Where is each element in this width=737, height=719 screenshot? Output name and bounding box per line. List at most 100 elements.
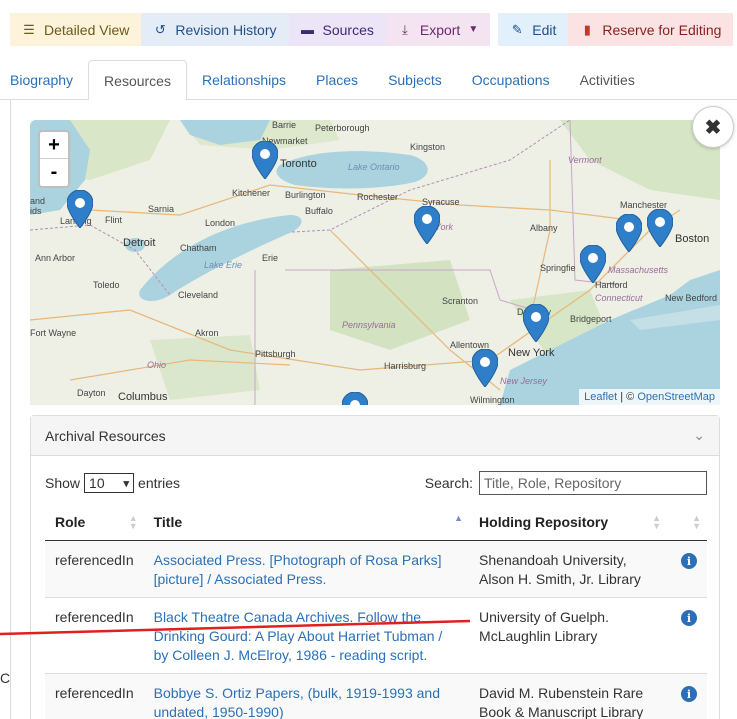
- sort-icon: ▲ ▼: [128, 513, 138, 531]
- resource-title-link[interactable]: Associated Press. [Photograph of Rosa Pa…: [154, 552, 442, 587]
- tab-activities[interactable]: Activities: [565, 60, 650, 100]
- map-marker-pin[interactable]: [252, 141, 278, 179]
- table-row: referencedIn Bobbye S. Ortiz Papers, (bu…: [45, 673, 707, 719]
- openstreetmap-link[interactable]: OpenStreetMap: [637, 391, 715, 403]
- cell-actions: i: [667, 540, 707, 598]
- map-marker-pin[interactable]: [647, 209, 673, 247]
- map-label-akron: Akron: [195, 328, 219, 338]
- table-controls: Show 10 ▾ entries Search:: [45, 471, 707, 495]
- tab-biography[interactable]: Biography: [0, 60, 88, 100]
- leaflet-link[interactable]: Leaflet: [584, 391, 617, 403]
- resource-title-link[interactable]: Bobbye S. Ortiz Papers, (bulk, 1919-1993…: [154, 685, 440, 719]
- map-label-detroit: Detroit: [123, 237, 156, 249]
- cell-actions: i: [667, 597, 707, 674]
- column-label-role: Role: [55, 513, 86, 530]
- table-row: referencedIn Associated Press. [Photogra…: [45, 540, 707, 598]
- table-search: Search:: [425, 471, 707, 495]
- info-icon[interactable]: i: [681, 686, 697, 702]
- sources-label: Sources: [322, 21, 374, 38]
- map-label-rochester: Rochester: [357, 192, 399, 202]
- map-label-dayton: Dayton: [77, 388, 106, 398]
- map-marker-pin[interactable]: [580, 245, 606, 283]
- tab-places[interactable]: Places: [301, 60, 373, 100]
- zoom-out-button[interactable]: -: [40, 159, 68, 186]
- resources-map[interactable]: Barrie Peterborough Newmarket Toronto Ki…: [30, 120, 720, 405]
- revision-history-button[interactable]: ↺ Revision History: [141, 13, 289, 46]
- archival-resources-header[interactable]: Archival Resources ⌄: [31, 416, 719, 456]
- info-icon[interactable]: i: [681, 553, 697, 569]
- caret-down-icon: ▼: [468, 24, 479, 35]
- search-input[interactable]: [479, 471, 707, 495]
- attribution-separator: | ©: [617, 391, 638, 403]
- map-marker-pin[interactable]: [67, 190, 93, 228]
- map-label-kingston: Kingston: [410, 142, 446, 152]
- map-label-london: London: [205, 218, 236, 228]
- tab-subjects[interactable]: Subjects: [373, 60, 457, 100]
- map-marker-pin[interactable]: [414, 206, 440, 244]
- record-tabs: Biography Resources Relationships Places…: [0, 60, 737, 101]
- cell-role: referencedIn: [45, 673, 144, 719]
- map-label-cleveland: Cleveland: [178, 290, 219, 300]
- close-map-button[interactable]: ✖: [692, 106, 734, 148]
- cell-role: referencedIn: [45, 597, 144, 674]
- history-icon: ↺: [154, 21, 166, 37]
- map-label-pennsylvania: Pennsylvania: [342, 320, 396, 330]
- reserve-label: Reserve for Editing: [602, 21, 722, 38]
- entries-select[interactable]: 10 ▾: [84, 473, 135, 493]
- export-label: Export: [419, 21, 461, 38]
- cell-repository: David M. Rubenstein Rare Book & Manuscri…: [469, 673, 668, 719]
- info-icon[interactable]: i: [681, 610, 697, 626]
- map-label-toronto: Toronto: [280, 158, 317, 170]
- pencil-icon: ✎: [511, 21, 523, 37]
- column-header-role[interactable]: Role ▲ ▼: [45, 504, 144, 541]
- map-label-new-bedford: New Bedford: [665, 293, 718, 303]
- table-header-row: Role ▲ ▼ Title ▲ Holding Repository ▲ ▼ ▲ ▼: [45, 504, 707, 541]
- record-toolbar: ☰ Detailed View ↺ Revision History ▬ Sou…: [10, 13, 734, 46]
- tab-resources[interactable]: Resources: [88, 60, 187, 101]
- map-label-toledo: Toledo: [93, 280, 120, 290]
- cell-title: Bobbye S. Ortiz Papers, (bulk, 1919-1993…: [143, 673, 470, 719]
- map-label-vermont: Vermont: [568, 155, 602, 165]
- chevron-down-icon: ⌄: [693, 427, 705, 443]
- sort-ascending-icon: ▲: [454, 513, 464, 523]
- edit-button[interactable]: ✎ Edit: [498, 13, 569, 46]
- map-label-flint: Flint: [105, 215, 123, 225]
- map-marker-pin[interactable]: [523, 304, 549, 342]
- map-label-ids: ids: [30, 206, 42, 216]
- resource-title-link[interactable]: Black Theatre Canada Archives. Follow th…: [154, 609, 443, 663]
- map-label-new-jersey: New Jersey: [500, 376, 548, 386]
- detailed-view-label: Detailed View: [44, 21, 130, 38]
- map-label-boston: Boston: [675, 233, 710, 245]
- map-marker-pin[interactable]: [342, 392, 368, 405]
- tab-relationships[interactable]: Relationships: [187, 60, 301, 100]
- map-marker-pin[interactable]: [616, 214, 642, 252]
- export-dropdown-button[interactable]: ⤓ Export ▼: [385, 13, 491, 46]
- map-label-ann-arbor: Ann Arbor: [35, 253, 76, 263]
- map-label-new-york: New York: [508, 347, 555, 359]
- column-header-actions[interactable]: ▲ ▼: [667, 504, 707, 541]
- tab-occupations[interactable]: Occupations: [457, 60, 565, 100]
- sort-icon: ▲ ▼: [692, 513, 701, 531]
- map-label-buffalo: Buffalo: [305, 206, 333, 216]
- column-header-repository[interactable]: Holding Repository ▲ ▼: [469, 504, 668, 541]
- sources-button[interactable]: ▬ Sources: [288, 13, 386, 46]
- map-label-lake-ontario: Lake Ontario: [348, 162, 400, 172]
- entries-select-value: 10: [89, 475, 105, 491]
- map-label-and: and: [30, 196, 46, 206]
- map-label-massachusetts: Massachusetts: [608, 265, 669, 275]
- entries-length-control: Show 10 ▾ entries: [45, 473, 180, 493]
- map-label-albany: Albany: [530, 223, 558, 233]
- archival-resources-panel: Archival Resources ⌄ Show 10 ▾ entries S…: [30, 415, 720, 719]
- reserve-for-editing-button[interactable]: ▮ Reserve for Editing: [568, 13, 734, 46]
- map-marker-pin[interactable]: [472, 349, 498, 387]
- column-header-title[interactable]: Title ▲: [143, 504, 470, 541]
- map-label-sarnia: Sarnia: [148, 204, 175, 214]
- map-label-pittsburgh: Pittsburgh: [255, 349, 296, 359]
- map-label-connecticut: Connecticut: [595, 293, 643, 303]
- map-label-burlington: Burlington: [285, 190, 326, 200]
- zoom-in-button[interactable]: +: [40, 132, 68, 159]
- detailed-view-button[interactable]: ☰ Detailed View: [10, 13, 142, 46]
- map-zoom-control: + -: [38, 130, 70, 188]
- map-label-barrie: Barrie: [272, 120, 297, 130]
- map-label-harrisburg: Harrisburg: [384, 361, 427, 371]
